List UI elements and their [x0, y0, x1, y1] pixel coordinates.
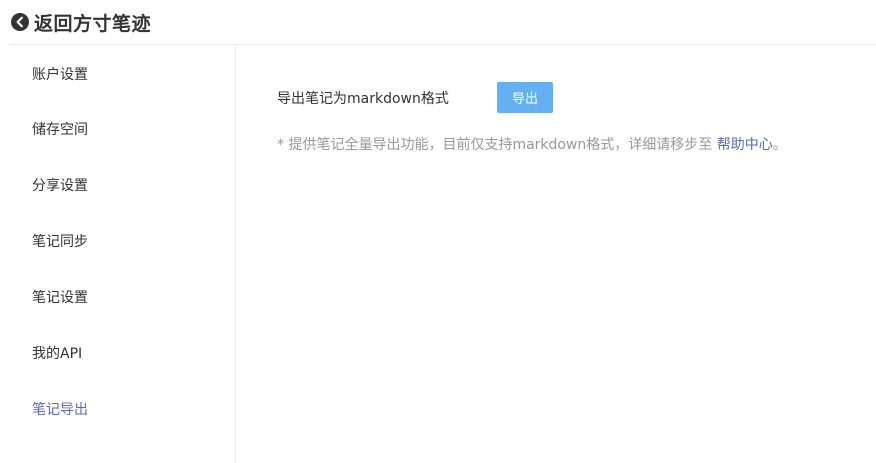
settings-sidebar: 账户设置 储存空间 分享设置 笔记同步 笔记设置 我的API 笔记导出: [10, 45, 236, 463]
export-note: * 提供笔记全量导出功能，目前仅支持markdown格式，详细请移步至 帮助中心…: [277, 134, 787, 154]
sidebar-item-account[interactable]: 账户设置: [10, 45, 235, 101]
sidebar-item-note-settings[interactable]: 笔记设置: [10, 269, 235, 325]
sidebar-nav-list: 账户设置 储存空间 分享设置 笔记同步 笔记设置 我的API 笔记导出: [10, 45, 235, 437]
sidebar-item-sync[interactable]: 笔记同步: [10, 213, 235, 269]
sidebar-item-share[interactable]: 分享设置: [10, 157, 235, 213]
back-header[interactable]: 返回方寸笔迹: [10, 4, 151, 40]
export-label: 导出笔记为markdown格式: [277, 90, 449, 107]
sidebar-item-export[interactable]: 笔记导出: [10, 381, 235, 437]
settings-page: 返回方寸笔迹 账户设置 储存空间 分享设置 笔记同步 笔记设置 我的API 笔记…: [0, 0, 876, 463]
page-title[interactable]: 返回方寸笔迹: [34, 9, 151, 36]
export-button[interactable]: 导出: [497, 82, 553, 113]
sidebar-item-api[interactable]: 我的API: [10, 325, 235, 381]
sidebar-item-storage[interactable]: 储存空间: [10, 101, 235, 157]
export-note-text: * 提供笔记全量导出功能，目前仅支持markdown格式，详细请移步至: [277, 137, 717, 153]
export-note-end: 。: [772, 137, 787, 153]
help-center-link[interactable]: 帮助中心: [717, 137, 773, 153]
chevron-left-circle-icon[interactable]: [10, 12, 30, 32]
export-panel: 导出笔记为markdown格式 导出 * 提供笔记全量导出功能，目前仅支持mar…: [237, 45, 876, 463]
export-row: 导出笔记为markdown格式 导出: [277, 82, 553, 113]
